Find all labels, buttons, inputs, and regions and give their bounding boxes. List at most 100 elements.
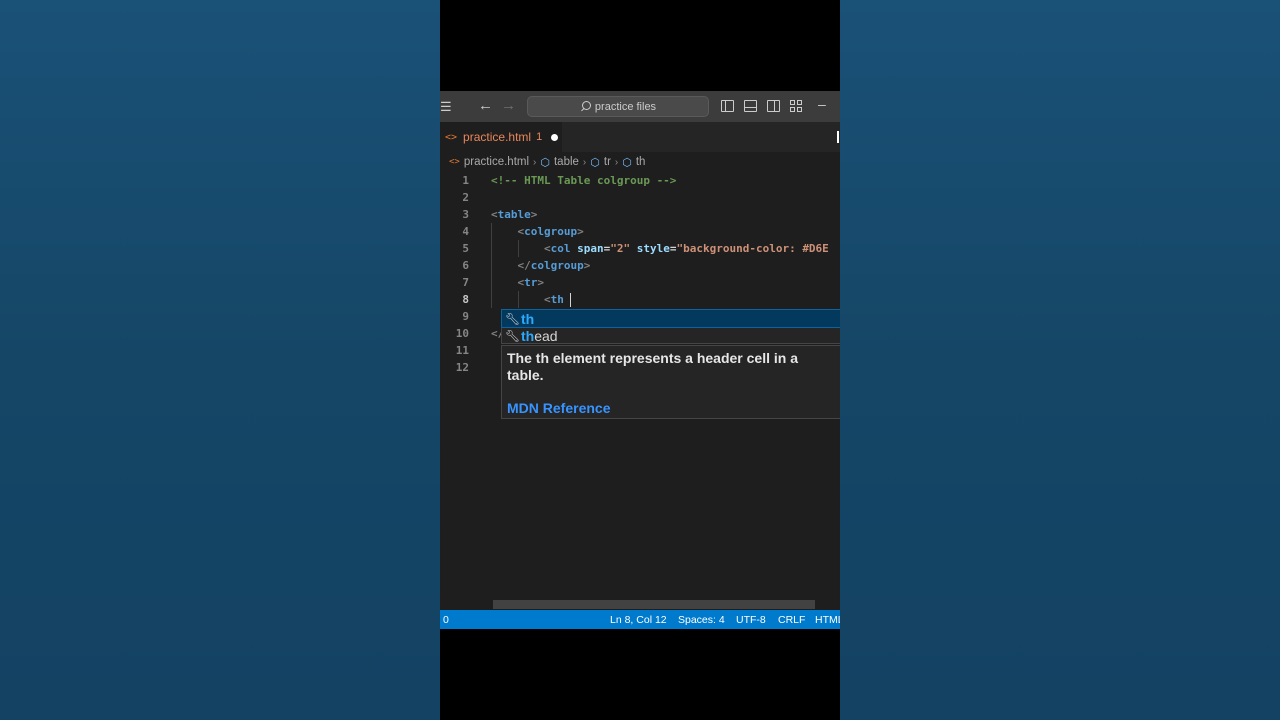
tab-bar: <> practice.html 1 xyxy=(440,122,840,152)
code-token: colgroup xyxy=(524,225,578,238)
suggest-rest: ead xyxy=(534,327,558,344)
suggest-widget: 🔧︎ th 🔧︎ th ead xyxy=(501,309,840,344)
code-token: < xyxy=(491,208,498,221)
status-cursor-position[interactable]: Ln 8, Col 12 xyxy=(610,614,667,626)
code-text: <th xyxy=(491,291,564,308)
code-token: "2" xyxy=(610,242,631,255)
code-line[interactable]: 1 <!-- HTML Table colgroup --> xyxy=(440,172,840,189)
element-icon: ⬡ xyxy=(540,156,550,169)
status-problems[interactable]: 0 xyxy=(443,614,449,626)
horizontal-scrollbar[interactable] xyxy=(493,600,815,609)
status-language[interactable]: HTML xyxy=(815,614,840,626)
toggle-panel-icon[interactable] xyxy=(744,100,757,112)
code-line[interactable]: 5 <col span="2" style="background-color:… xyxy=(440,240,840,257)
status-eol[interactable]: CRLF xyxy=(778,614,805,626)
code-text: <colgroup> xyxy=(491,223,584,240)
search-text: practice files xyxy=(594,100,657,113)
element-icon: ⬡ xyxy=(590,156,600,169)
unsaved-dot-icon[interactable] xyxy=(551,133,559,141)
line-number: 6 xyxy=(462,259,469,272)
command-center-search[interactable]: practice files xyxy=(527,96,709,117)
customize-layout-icon[interactable] xyxy=(790,100,803,112)
code-token: tr xyxy=(524,276,538,289)
mdn-reference-link[interactable]: MDN Reference xyxy=(507,400,835,416)
line-number: 2 xyxy=(462,191,469,204)
line-number: 4 xyxy=(462,225,469,238)
tab-label: practice.html xyxy=(463,130,532,144)
arrow-right-icon[interactable]: → xyxy=(501,97,516,114)
code-line[interactable]: 6 </colgroup> xyxy=(440,257,840,274)
code-token: "background-color: #D6E xyxy=(676,242,829,255)
indent-guide xyxy=(518,291,519,308)
code-token: > xyxy=(537,276,544,289)
element-icon: ⬡ xyxy=(622,156,632,169)
tab-bar-edge xyxy=(837,131,839,143)
line-number: 1 xyxy=(462,174,469,187)
suggest-item-th[interactable]: 🔧︎ th xyxy=(501,309,840,328)
code-text: </colgroup> xyxy=(491,257,591,274)
code-line[interactable]: 4 <colgroup> xyxy=(440,223,840,240)
background-right xyxy=(840,0,1280,720)
toggle-secondary-sidebar-icon[interactable] xyxy=(767,100,780,112)
code-line[interactable]: 8 <th xyxy=(440,291,840,308)
line-number: 9 xyxy=(462,310,469,323)
breadcrumb-file[interactable]: practice.html xyxy=(464,156,529,168)
status-indentation[interactable]: Spaces: 4 xyxy=(678,614,725,626)
suggest-details: The th element represents a header cell … xyxy=(501,345,840,419)
line-number: 3 xyxy=(462,208,469,221)
html-file-icon: <> xyxy=(445,131,458,143)
breadcrumb-item-table[interactable]: table xyxy=(554,156,579,168)
code-text: <table> xyxy=(491,206,537,223)
code-token: table xyxy=(497,208,531,221)
suggest-match: th xyxy=(521,327,535,344)
code-line[interactable]: 3 <table> xyxy=(440,206,840,223)
code-token: </ xyxy=(517,259,531,272)
html-file-icon: <> xyxy=(449,157,460,167)
line-number: 10 xyxy=(455,327,469,340)
code-line[interactable]: 2 xyxy=(440,189,840,206)
breadcrumb-item-th[interactable]: th xyxy=(636,156,646,168)
code-token: span xyxy=(570,242,604,255)
code-token: <!-- HTML Table colgroup --> xyxy=(491,174,677,187)
breadcrumb-item-tr[interactable]: tr xyxy=(604,156,611,168)
line-number: 7 xyxy=(462,276,469,289)
arrow-left-icon[interactable]: ← xyxy=(478,97,493,114)
search-icon xyxy=(580,101,591,112)
text-cursor xyxy=(570,293,571,307)
problem-count: 1 xyxy=(536,131,543,143)
code-token: th xyxy=(550,293,564,306)
code-token: > xyxy=(577,225,584,238)
line-number: 11 xyxy=(455,344,469,357)
menu-icon[interactable]: ☰ xyxy=(440,99,452,115)
status-encoding[interactable]: UTF-8 xyxy=(736,614,766,626)
code-token: < xyxy=(543,293,551,306)
tab-practice-html[interactable]: <> practice.html 1 xyxy=(440,122,562,152)
suggest-match: th xyxy=(521,310,535,327)
code-text: <!-- HTML Table colgroup --> xyxy=(491,172,676,189)
code-editor[interactable]: 12 11 10 </9 8 <th 7 <tr> 6 </colgroup> 5 <col … xyxy=(440,172,840,610)
code-text: <tr> xyxy=(491,274,545,291)
toggle-sidebar-icon[interactable] xyxy=(721,100,734,112)
wrench-icon: 🔧︎ xyxy=(505,328,521,343)
title-bar: ☰ ← → practice files – xyxy=(440,91,840,122)
status-bar: 0 Ln 8, Col 12 Spaces: 4 UTF-8 CRLF HTML xyxy=(440,610,840,629)
indent-guide xyxy=(518,240,519,257)
background-left xyxy=(0,0,440,720)
code-token: < xyxy=(543,242,551,255)
minimize-icon[interactable]: – xyxy=(818,96,826,112)
line-number: 12 xyxy=(455,361,469,374)
line-number: 8 xyxy=(462,293,469,306)
breadcrumb: <> practice.html › ⬡ table › ⬡ tr › ⬡ th xyxy=(440,152,840,172)
indent-guide xyxy=(491,223,492,308)
vscode-window: ☰ ← → practice files – <> practice.html … xyxy=(440,0,840,720)
code-token: style xyxy=(630,242,670,255)
code-token: col xyxy=(550,242,571,255)
line-number: 5 xyxy=(462,242,469,255)
code-line[interactable]: 7 <tr> xyxy=(440,274,840,291)
chevron-right-icon: › xyxy=(614,156,619,168)
suggest-item-thead[interactable]: 🔧︎ th ead xyxy=(502,327,840,344)
code-token: > xyxy=(583,259,591,272)
code-text: <col span="2" style="background-color: #… xyxy=(491,240,829,257)
